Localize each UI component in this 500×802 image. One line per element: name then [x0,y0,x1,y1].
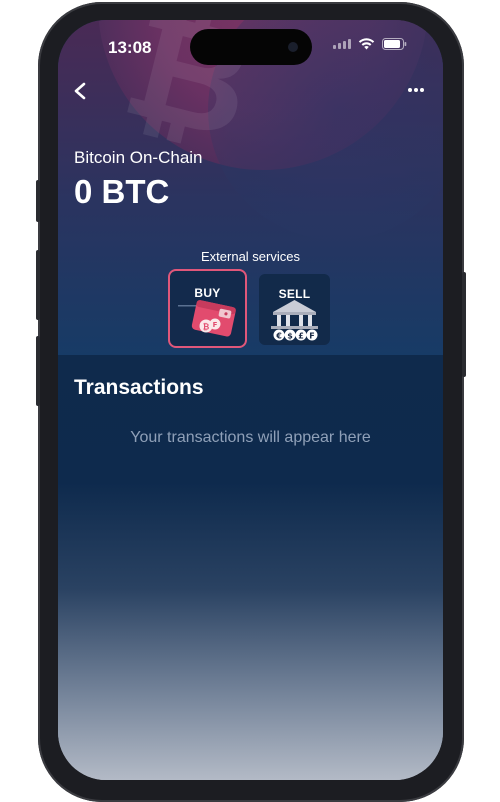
bank-icon: € $ £ F [271,300,318,341]
coin-icon: F [213,321,218,329]
wallet-balance: 0 BTC [74,173,170,210]
franc-coin-icon: F [309,332,314,341]
transactions-empty-state: Your transactions will appear here [130,429,371,446]
app-screen: ₿ 13:08 Bitcoin On-Chain 0 BTC External … [58,20,443,780]
ellipsis-icon [408,88,424,92]
back-button[interactable] [66,76,96,106]
camera-icon [288,42,298,52]
pound-coin-icon: £ [298,332,304,341]
wifi-icon [358,38,375,50]
volume-up-button [36,250,40,320]
cellular-signal-icon [333,39,351,49]
euro-coin-icon: € [275,332,282,341]
dynamic-island [190,29,312,65]
more-options-button[interactable] [401,78,431,108]
battery-icon [382,38,407,50]
transactions-title: Transactions [74,376,204,399]
volume-down-button [36,336,40,406]
wallet-icon: ₿ F [178,300,236,337]
dollar-coin-icon: $ [287,332,293,341]
action-button [36,180,40,222]
bitcoin-coin-icon: ₿ [203,323,210,332]
power-button [462,272,466,377]
chevron-left-icon [74,82,86,100]
transactions-panel-background [58,355,443,780]
status-icons [333,38,407,50]
external-services-label: External services [201,249,300,264]
wallet-name: Bitcoin On-Chain [74,148,203,167]
sell-service-button[interactable]: SELL € $ £ F [259,274,330,345]
buy-service-button[interactable]: BUY ₿ F [168,269,247,348]
status-time: 13:08 [108,38,152,57]
